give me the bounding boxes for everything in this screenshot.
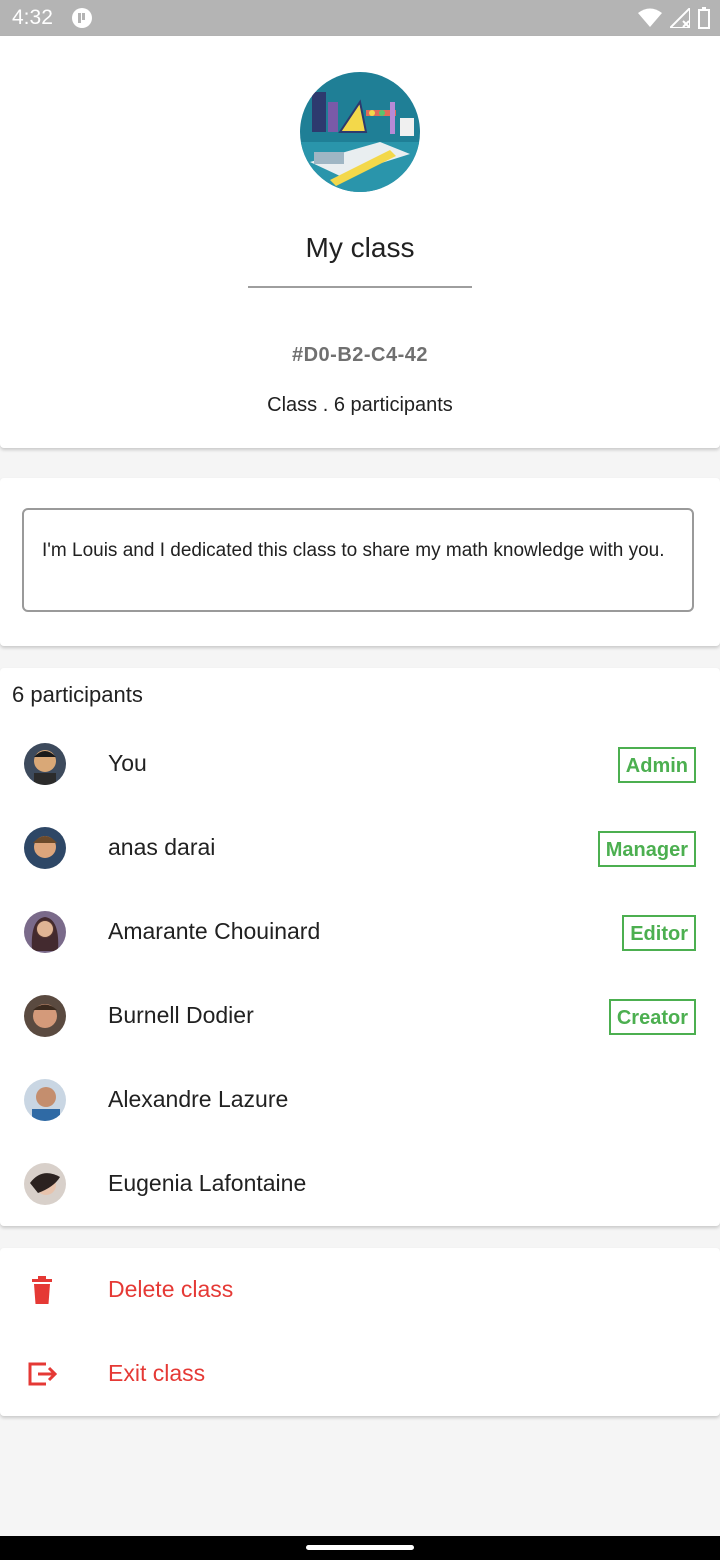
description-card: I'm Louis and I dedicated this class to … <box>0 478 720 646</box>
participant-row[interactable]: anas darai Manager <box>0 806 720 890</box>
participant-name: anas darai <box>108 834 216 860</box>
trash-icon <box>32 1276 52 1304</box>
avatar <box>24 995 66 1037</box>
participant-row[interactable]: Alexandre Lazure <box>0 1058 720 1142</box>
participant-name: Amarante Chouinard <box>108 918 321 944</box>
class-header-card: My class #D0-B2-C4-42 Class . 6 particip… <box>0 36 720 448</box>
delete-class-button[interactable]: Delete class <box>0 1248 720 1332</box>
class-name-underline <box>248 286 472 288</box>
delete-class-label: Delete class <box>108 1276 234 1302</box>
actions-card: Delete class Exit class <box>0 1248 720 1416</box>
app-notification-icon <box>72 8 92 28</box>
participant-row[interactable]: Burnell Dodier Creator <box>0 974 720 1058</box>
role-badge: Editor <box>622 915 696 951</box>
role-badge: Manager <box>597 831 696 867</box>
participant-row[interactable]: Amarante Chouinard Editor <box>0 890 720 974</box>
class-meta: Class . 6 participants <box>267 394 453 416</box>
wifi-icon <box>638 8 662 27</box>
participant-name: Alexandre Lazure <box>108 1086 289 1112</box>
class-image <box>300 72 420 192</box>
participants-card: 6 participants You Admin anas darai Mana… <box>0 668 720 1226</box>
participant-row[interactable]: You Admin <box>0 722 720 806</box>
participants-title: 6 participants <box>12 682 143 707</box>
description-field[interactable]: I'm Louis and I dedicated this class to … <box>22 508 694 612</box>
avatar <box>24 1079 66 1121</box>
exit-class-button[interactable]: Exit class <box>0 1332 720 1416</box>
class-name-field[interactable]: My class <box>248 232 472 264</box>
status-bar: 4:32 <box>0 0 720 36</box>
participant-row[interactable]: Eugenia Lafontaine <box>0 1142 720 1226</box>
battery-icon <box>698 7 710 29</box>
exit-class-label: Exit class <box>108 1360 206 1386</box>
navigation-bar <box>0 1536 720 1560</box>
class-avatar[interactable] <box>300 72 420 192</box>
class-code: #D0-B2-C4-42 <box>291 344 429 366</box>
avatar <box>24 911 66 953</box>
avatar <box>24 1163 66 1205</box>
exit-icon <box>28 1362 58 1386</box>
home-gesture-handle[interactable] <box>306 1545 414 1550</box>
avatar <box>24 827 66 869</box>
participant-name: You <box>108 750 147 776</box>
role-badge: Admin <box>617 747 696 783</box>
avatar <box>24 743 66 785</box>
participant-name: Burnell Dodier <box>108 1002 254 1028</box>
role-badge: Creator <box>608 999 696 1035</box>
participant-name: Eugenia Lafontaine <box>108 1170 307 1196</box>
signal-icon <box>670 8 690 28</box>
status-time: 4:32 <box>12 6 53 29</box>
system-icons <box>638 7 710 29</box>
